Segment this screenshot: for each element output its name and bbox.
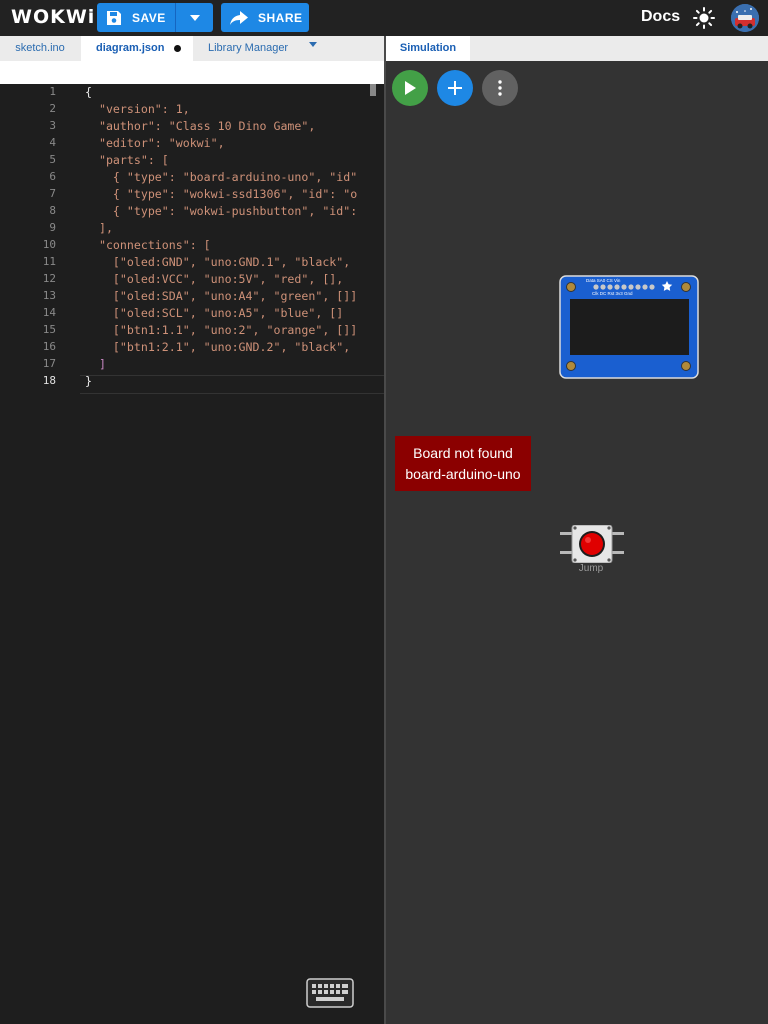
floppy-disk-icon [107, 10, 121, 25]
line-number: 7 [49, 187, 56, 200]
line-number: 9 [49, 221, 56, 234]
line-number: 17 [42, 357, 56, 370]
line-number: 10 [42, 238, 56, 251]
pushbutton-label: Jump [578, 563, 604, 574]
code-line: ["oled:GND", "uno:GND.1", "black", [85, 255, 351, 269]
more-vertical-icon [498, 80, 502, 96]
oled-display-part[interactable]: Data SA0 CS Vin Clk DC Rst 3v3 Gnd [559, 275, 699, 379]
line-number: 2 [49, 102, 56, 115]
tab-label: sketch.ino [15, 42, 65, 54]
line-number: 8 [49, 204, 56, 217]
sun-icon[interactable] [693, 7, 715, 29]
start-simulation-button[interactable] [392, 70, 428, 106]
code-line: "author": "Class 10 Dino Game", [85, 119, 316, 133]
code-line: "editor": "wokwi", [85, 136, 225, 150]
simulation-tab-bar: Simulation [386, 36, 768, 61]
tab-library-manager[interactable]: Library Manager [208, 36, 308, 61]
play-icon [405, 81, 416, 95]
code-line: ], [85, 221, 113, 235]
top-bar: WOKWi SAVE SHARE Docs [0, 0, 768, 36]
code-line: ] [85, 357, 106, 371]
share-label: SHARE [258, 10, 303, 25]
line-number: 3 [49, 119, 56, 132]
line-number: 16 [42, 340, 56, 353]
more-options-button[interactable] [482, 70, 518, 106]
share-arrow-icon [230, 10, 248, 25]
pushbutton-part[interactable] [560, 525, 624, 563]
share-button[interactable]: SHARE [221, 3, 309, 32]
docs-link[interactable]: Docs [641, 8, 680, 26]
code-line: "version": 1, [85, 102, 190, 116]
tab-label: diagram.json [96, 42, 165, 54]
code-line: ["btn1:1.1", "uno:2", "orange", []] [85, 323, 358, 337]
save-button-group: SAVE [97, 3, 213, 32]
line-number: 18 [42, 374, 56, 387]
code-line: ["oled:SDA", "uno:A4", "green", []] [85, 289, 358, 303]
editor-tab-bar: sketch.ino diagram.json Library Manager [0, 36, 384, 61]
board-not-found-error: Board not found board-arduino-uno [395, 436, 531, 491]
tab-diagram-json[interactable]: diagram.json [81, 36, 193, 61]
save-label: SAVE [132, 10, 166, 25]
error-title: Board not found [413, 444, 513, 461]
avatar-image-icon [731, 4, 759, 32]
line-number: 6 [49, 170, 56, 183]
code-line: { [85, 85, 92, 99]
code-line: ["oled:VCC", "uno:5V", "red", [], [85, 272, 344, 286]
line-number: 11 [42, 255, 56, 268]
line-number: 13 [42, 289, 56, 302]
oled-pin-labels-top: Data SA0 CS Vin [586, 278, 621, 283]
keyboard-icon[interactable] [306, 978, 354, 1008]
code-editor[interactable]: 1 2 3 4 5 6 7 8 9 10 11 12 13 14 15 16 1… [0, 84, 384, 1024]
code-line: ["btn1:2.1", "uno:GND.2", "black", [85, 340, 351, 354]
code-line: ["oled:SCL", "uno:A5", "blue", [] [85, 306, 344, 320]
wokwi-logo[interactable]: WOKWi [11, 6, 95, 28]
tab-sketch-ino[interactable]: sketch.ino [0, 36, 80, 61]
tabs-menu-caret-icon[interactable] [309, 42, 317, 47]
line-number: 1 [49, 85, 56, 98]
tab-simulation[interactable]: Simulation [386, 36, 470, 61]
code-line: "parts": [ [85, 153, 169, 167]
line-number: 5 [49, 153, 56, 166]
unsaved-dot-icon [174, 44, 182, 52]
line-number: 4 [49, 136, 56, 149]
current-line-highlight [80, 375, 384, 394]
oled-pin-labels-bottom: Clk DC Rst 3v3 Gnd [592, 291, 633, 296]
editor-breadcrumb-strip [0, 61, 384, 84]
code-line: { "type": "wokwi-ssd1306", "id": "o [85, 187, 358, 201]
code-line: "connections": [ [85, 238, 211, 252]
save-button[interactable]: SAVE [97, 3, 175, 32]
editor-scrollbar[interactable] [370, 84, 376, 96]
caret-down-icon [189, 14, 200, 21]
line-number: 14 [42, 306, 56, 319]
code-line: } [85, 374, 92, 388]
line-number: 12 [42, 272, 56, 285]
tab-label: Library Manager [208, 42, 289, 54]
plus-icon [448, 81, 462, 95]
user-avatar[interactable] [731, 4, 759, 32]
code-line: { "type": "wokwi-pushbutton", "id": [85, 204, 358, 218]
code-line: { "type": "board-arduino-uno", "id" [85, 170, 358, 184]
save-dropdown-button[interactable] [176, 3, 213, 32]
error-board-id: board-arduino-uno [405, 465, 521, 482]
add-part-button[interactable] [437, 70, 473, 106]
line-number: 15 [42, 323, 56, 336]
